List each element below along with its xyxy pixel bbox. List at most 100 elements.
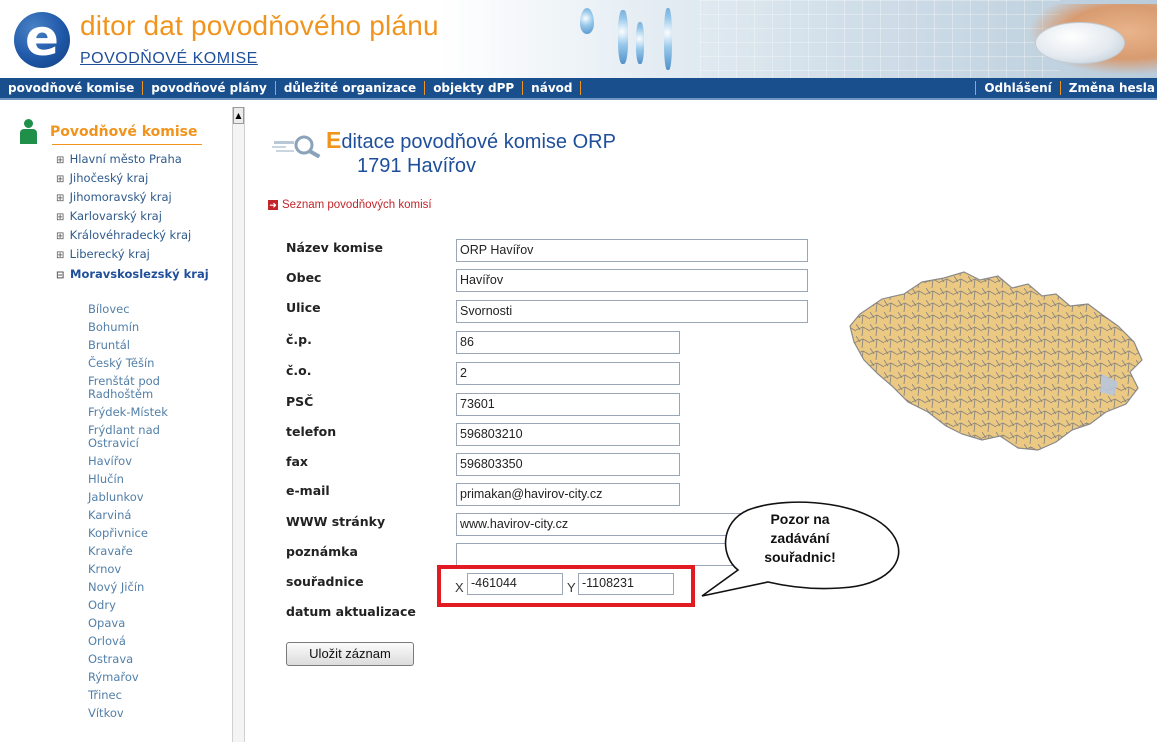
water-drop-icon — [580, 8, 594, 34]
back-to-list-link[interactable]: ➜ Seznam povodňových komisí — [268, 199, 432, 211]
nav-navod[interactable]: návod — [523, 81, 580, 95]
sidebar-item-liberecky[interactable]: ⊞ Liberecký kraj — [56, 245, 209, 264]
sidebar-town-item[interactable]: Frenštát pod Radhoštěm — [88, 375, 198, 401]
label-www: WWW stránky — [286, 514, 386, 529]
expand-icon[interactable]: ⊞ — [56, 189, 66, 208]
ulice-field[interactable]: Svornosti — [456, 300, 808, 323]
email-field[interactable]: primakan@havirov-city.cz — [456, 483, 680, 506]
sidebar-town-item[interactable]: Bílovec — [88, 303, 198, 316]
sidebar-town-item[interactable]: Třinec — [88, 689, 198, 702]
sidebar-town-item[interactable]: Kopřivnice — [88, 527, 198, 540]
water-drop-icon — [618, 10, 628, 64]
label-poznamka: poznámka — [286, 544, 358, 559]
label-fax: fax — [286, 454, 308, 469]
czech-map-image — [849, 271, 1143, 451]
sidebar-town-item[interactable]: Opava — [88, 617, 198, 630]
coord-x-field[interactable]: -461044 — [467, 573, 563, 595]
label-email: e-mail — [286, 483, 330, 498]
sidebar-town-item[interactable]: Kravaře — [88, 545, 198, 558]
obec-field[interactable]: Havířov — [456, 269, 808, 292]
town-list: Bílovec Bohumín Bruntál Český Těšín Frenštát… — [88, 303, 198, 725]
label-psc: PSČ — [286, 394, 314, 409]
nav-dulezite-organizace[interactable]: důležité organizace — [276, 81, 424, 95]
sidebar-town-item[interactable]: Hlučín — [88, 473, 198, 486]
sidebar-item-label: Královéhradecký kraj — [69, 228, 192, 243]
sidebar-town-item[interactable]: Orlová — [88, 635, 198, 648]
app-subtitle: POVODŇOVÉ KOMISE — [80, 50, 258, 67]
expand-icon[interactable]: ⊞ — [56, 246, 66, 265]
sidebar-town-item[interactable]: Vítkov — [88, 707, 198, 720]
nazev-field[interactable]: ORP Havířov — [456, 239, 808, 262]
sidebar-town-item[interactable]: Frýdlant nad Ostravicí — [88, 424, 198, 450]
sidebar-item-label: Liberecký kraj — [69, 247, 150, 262]
coord-y-field[interactable]: -1108231 — [578, 573, 674, 595]
sidebar-town-item[interactable]: Nový Jičín — [88, 581, 198, 594]
computer-mouse-image — [1035, 22, 1125, 64]
back-link-label: Seznam povodňových komisí — [282, 199, 432, 211]
sidebar-item-kralovehradecky[interactable]: ⊞ Královéhradecký kraj — [56, 226, 209, 245]
sidebar-item-karlovarsky[interactable]: ⊞ Karlovarský kraj — [56, 207, 209, 226]
app-logo-icon: e — [14, 12, 70, 68]
expand-icon[interactable]: ⊞ — [56, 227, 66, 246]
sidebar-title[interactable]: Povodňové komise — [50, 124, 198, 140]
region-tree: ⊞ Hlavní město Praha ⊞ Jihočeský kraj ⊞ … — [56, 150, 209, 284]
save-button[interactable]: Uložit záznam — [286, 642, 414, 666]
nav-logout[interactable]: Odhlášení — [976, 81, 1059, 95]
page-title-text: ditace povodňové komise ORP — [341, 131, 616, 153]
coord-y-label: Y — [567, 580, 576, 595]
label-nazev: Název komise — [286, 240, 383, 255]
callout-line: zadávání — [770, 530, 830, 546]
sidebar-town-item[interactable]: Bruntál — [88, 339, 198, 352]
sidebar-town-item[interactable]: Krnov — [88, 563, 198, 576]
co-field[interactable]: 2 — [456, 362, 680, 385]
collapse-icon[interactable]: ⊟ — [56, 266, 66, 285]
page-title-initial: E — [326, 127, 342, 153]
sidebar-town-item[interactable]: Karviná — [88, 509, 198, 522]
label-souradnice: souřadnice — [286, 574, 364, 589]
nav-account: Odhlášení Změna hesla — [975, 81, 1157, 95]
page-subtitle: 1791 Havířov — [357, 155, 476, 177]
label-datum-aktualizace: datum aktualizace — [286, 604, 416, 619]
main-nav: povodňové komise povodňové plány důležit… — [0, 78, 1157, 100]
nav-povodnove-plany[interactable]: povodňové plány — [143, 81, 275, 95]
scroll-up-arrow-icon[interactable]: ▲ — [233, 107, 244, 124]
person-icon — [18, 119, 40, 145]
sidebar-item-praha[interactable]: ⊞ Hlavní město Praha — [56, 150, 209, 169]
sidebar-header: Povodňové komise — [18, 119, 198, 145]
arrow-right-icon: ➜ — [268, 200, 278, 210]
header-decoration — [700, 0, 1060, 78]
app-title: ditor dat povodňového plánu — [80, 10, 439, 41]
sidebar-town-item[interactable]: Český Těšín — [88, 357, 198, 370]
expand-icon[interactable]: ⊞ — [56, 151, 66, 170]
sidebar-item-label: Moravskoslezský kraj — [70, 266, 209, 281]
callout-text: Pozor na zadávání souřadnic! — [740, 510, 860, 567]
nav-change-password[interactable]: Změna hesla — [1061, 81, 1157, 95]
telefon-field[interactable]: 596803210 — [456, 423, 680, 446]
sidebar-town-item[interactable]: Bohumín — [88, 321, 198, 334]
sidebar-item-jihocesky[interactable]: ⊞ Jihočeský kraj — [56, 169, 209, 188]
sidebar-scrollbar[interactable]: ▲ — [232, 107, 245, 742]
coord-x-label: X — [455, 580, 464, 595]
cp-field[interactable]: 86 — [456, 331, 680, 354]
psc-field[interactable]: 73601 — [456, 393, 680, 416]
fax-field[interactable]: 596803350 — [456, 453, 680, 476]
water-drop-icon — [636, 22, 644, 64]
sidebar-town-item[interactable]: Jablunkov — [88, 491, 198, 504]
sidebar-town-item[interactable]: Rýmařov — [88, 671, 198, 684]
nav-objekty-dpp[interactable]: objekty dPP — [425, 81, 522, 95]
callout-line: Pozor na — [770, 511, 830, 527]
sidebar-town-item[interactable]: Frýdek-Místek — [88, 406, 198, 419]
nav-povodnove-komise[interactable]: povodňové komise — [0, 81, 142, 95]
sidebar-town-item[interactable]: Ostrava — [88, 653, 198, 666]
app-header: e ditor dat povodňového plánu POVODŇOVÉ … — [0, 0, 1157, 78]
nav-separator — [580, 81, 582, 95]
label-ulice: Ulice — [286, 300, 321, 315]
sidebar-item-jihomoravsky[interactable]: ⊞ Jihomoravský kraj — [56, 188, 209, 207]
sidebar-item-moravskoslezsky[interactable]: ⊟ Moravskoslezský kraj — [56, 265, 209, 284]
sidebar-item-label: Jihočeský kraj — [69, 171, 149, 186]
expand-icon[interactable]: ⊞ — [56, 170, 66, 189]
expand-icon[interactable]: ⊞ — [56, 208, 66, 227]
sidebar-town-item[interactable]: Odry — [88, 599, 198, 612]
sidebar-divider — [52, 144, 202, 145]
sidebar-town-item[interactable]: Havířov — [88, 455, 198, 468]
